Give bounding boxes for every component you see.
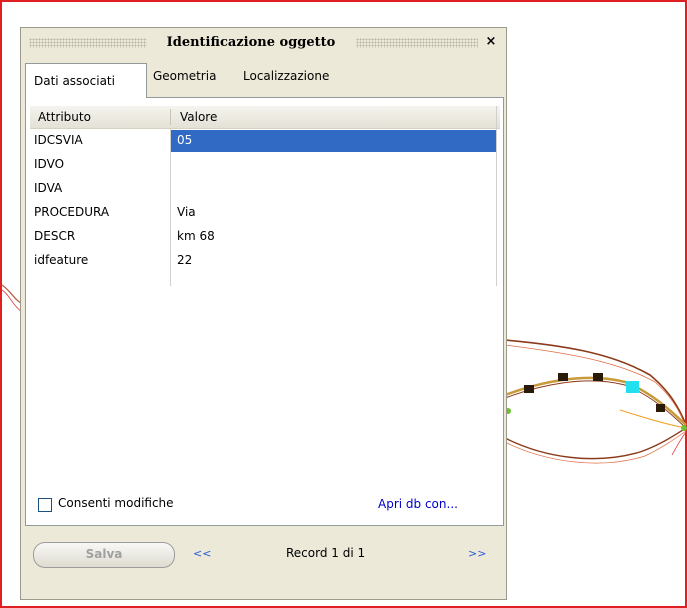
table-row[interactable]: DESCR km 68 bbox=[30, 225, 497, 249]
vertex-marker[interactable] bbox=[593, 373, 603, 381]
drag-grip-right[interactable] bbox=[356, 38, 478, 48]
table-row[interactable]: idfeature 22 bbox=[30, 249, 497, 273]
attribute-cell: IDVO bbox=[34, 157, 65, 171]
table-row[interactable]: IDVO bbox=[30, 153, 497, 177]
attribute-cell: PROCEDURA bbox=[34, 205, 110, 219]
value-cell[interactable]: 22 bbox=[177, 253, 192, 267]
route-line-lower bbox=[504, 427, 687, 460]
column-divider[interactable] bbox=[170, 109, 171, 125]
vertex-marker[interactable] bbox=[558, 373, 568, 381]
save-button[interactable]: Salva bbox=[33, 542, 175, 568]
route-line-upper bbox=[504, 339, 687, 426]
endpoint-marker bbox=[681, 425, 687, 431]
value-cell[interactable]: 05 bbox=[177, 133, 192, 147]
value-cell[interactable]: Via bbox=[177, 205, 196, 219]
allow-edits-label[interactable]: Consenti modifiche bbox=[58, 496, 174, 510]
record-counter: Record 1 di 1 bbox=[286, 546, 366, 560]
vertex-marker[interactable] bbox=[656, 404, 665, 412]
selected-vertex-marker[interactable] bbox=[626, 381, 639, 393]
dialog-titlebar[interactable]: Identificazione oggetto × bbox=[21, 28, 506, 58]
attribute-cell: IDVA bbox=[34, 181, 63, 195]
drag-grip-left[interactable] bbox=[29, 38, 147, 48]
attribute-cell: DESCR bbox=[34, 229, 76, 243]
attribute-cell: IDCSVIA bbox=[34, 133, 83, 147]
dialog-title: Identificazione oggetto bbox=[166, 35, 336, 50]
value-cell[interactable]: km 68 bbox=[177, 229, 215, 243]
previous-record-button[interactable]: << bbox=[193, 547, 211, 560]
column-gridline bbox=[170, 129, 171, 286]
table-row[interactable]: IDVA bbox=[30, 177, 497, 201]
tab-localizzazione[interactable]: Localizzazione bbox=[243, 69, 329, 83]
tab-dati-associati[interactable]: Dati associati bbox=[25, 63, 147, 98]
tab-content: Attributo Valore IDCSVIA 05 IDVO IDVA PR… bbox=[25, 97, 504, 526]
table-right-border bbox=[496, 106, 497, 286]
close-button[interactable]: × bbox=[483, 34, 499, 50]
tab-label: Dati associati bbox=[34, 74, 115, 88]
attribute-table: Attributo Valore IDCSVIA 05 IDVO IDVA PR… bbox=[30, 106, 500, 286]
tab-geometria[interactable]: Geometria bbox=[153, 69, 216, 83]
table-row[interactable]: PROCEDURA Via bbox=[30, 201, 497, 225]
dialog-footer: Salva << Record 1 di 1 >> bbox=[21, 528, 506, 598]
identification-dialog: Identificazione oggetto × Dati associati… bbox=[20, 27, 507, 600]
table-row[interactable]: IDCSVIA 05 bbox=[30, 129, 497, 153]
next-record-button[interactable]: >> bbox=[468, 547, 486, 560]
vertex-marker[interactable] bbox=[524, 385, 534, 393]
open-db-link[interactable]: Apri db con... bbox=[378, 497, 458, 511]
attribute-cell: idfeature bbox=[34, 253, 89, 267]
selection-highlight bbox=[170, 130, 496, 152]
column-header-attribute[interactable]: Attributo bbox=[38, 110, 91, 124]
column-header-value[interactable]: Valore bbox=[180, 110, 217, 124]
table-header: Attributo Valore bbox=[30, 106, 500, 129]
allow-edits-checkbox[interactable] bbox=[38, 498, 52, 512]
